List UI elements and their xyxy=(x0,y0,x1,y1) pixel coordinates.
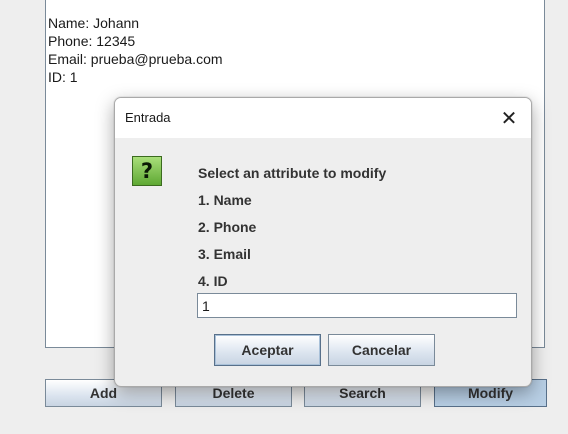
message-option-phone: 2. Phone xyxy=(198,219,257,235)
message-prompt: Select an attribute to modify xyxy=(198,165,387,181)
record-email-line: Email: prueba@prueba.com xyxy=(48,51,223,67)
dialog-title: Entrada xyxy=(125,110,171,125)
record-name-line: Name: Johann xyxy=(48,15,140,31)
dialog-message: Select an attribute to modify 1. Name 2.… xyxy=(198,160,386,295)
question-icon: ? xyxy=(132,156,162,186)
cancel-button[interactable]: Cancelar xyxy=(328,334,435,366)
message-option-name: 1. Name xyxy=(198,192,252,208)
accept-button[interactable]: Aceptar xyxy=(214,334,321,366)
record-phone-line: Phone: 12345 xyxy=(48,33,136,49)
attribute-input[interactable] xyxy=(197,293,517,318)
close-icon[interactable]: ✕ xyxy=(487,98,531,138)
input-dialog: Entrada ✕ ? Select an attribute to modif… xyxy=(114,97,532,387)
dialog-titlebar[interactable]: Entrada ✕ xyxy=(115,98,531,138)
message-option-id: 4. ID xyxy=(198,273,228,289)
message-option-email: 3. Email xyxy=(198,246,251,262)
record-id-line: ID: 1 xyxy=(48,69,78,85)
